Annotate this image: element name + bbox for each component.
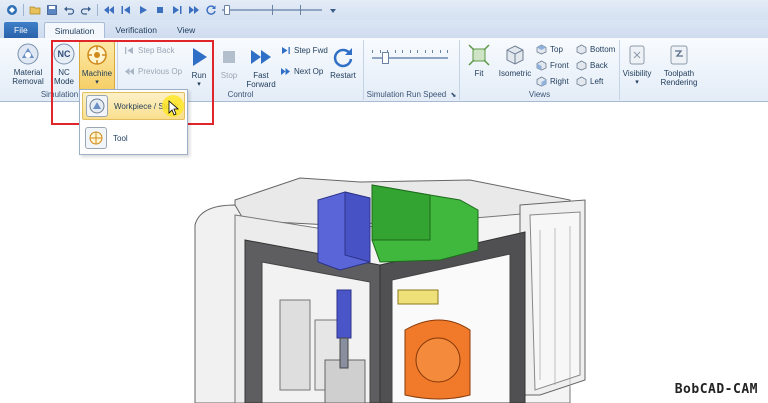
- restart-icon: [331, 45, 355, 69]
- rewind-icon[interactable]: [103, 4, 115, 16]
- back-view-label: Back: [590, 61, 608, 70]
- cube-right-icon: [536, 76, 547, 87]
- next-op-icon: [280, 66, 291, 77]
- right-view-button[interactable]: Right: [536, 76, 569, 87]
- slider-tick: [447, 50, 448, 53]
- left-view-label: Left: [590, 77, 604, 86]
- app-logo-icon[interactable]: [6, 4, 18, 16]
- run-speed-group-label: Simulation Run Speed ⬊: [364, 90, 459, 99]
- cube-back-icon: [576, 60, 587, 71]
- chevron-down-icon: ▾: [635, 79, 639, 86]
- toolpath-rendering-label: Toolpath Rendering: [660, 69, 698, 87]
- bottom-view-button[interactable]: Bottom: [576, 44, 615, 55]
- next-op-label: Next Op: [294, 67, 324, 76]
- slider-tick: [372, 50, 373, 53]
- material-removal-button[interactable]: Material Removal: [6, 42, 50, 86]
- stop-icon: [217, 45, 241, 69]
- speed-slider-thumb[interactable]: [224, 5, 230, 15]
- views-group-label: Views: [528, 90, 551, 99]
- slider-tick: [402, 50, 403, 53]
- slider-tick: [380, 50, 381, 53]
- visibility-button[interactable]: Visibility ▾: [620, 43, 654, 87]
- slider-tick: [272, 5, 273, 15]
- cube-bottom-icon: [576, 44, 587, 55]
- tool-icon: [85, 127, 107, 149]
- speed-slider[interactable]: [222, 4, 322, 16]
- customize-icon[interactable]: [327, 4, 339, 16]
- step-fwd-label: Step Fwd: [294, 46, 328, 55]
- run-speed-slider[interactable]: [372, 50, 448, 66]
- save-icon[interactable]: [46, 4, 58, 16]
- material-removal-label: Material Removal: [12, 68, 44, 86]
- back-view-button[interactable]: Back: [576, 60, 608, 71]
- slider-tick: [425, 50, 426, 53]
- isometric-button[interactable]: Isometric: [496, 43, 534, 78]
- stop-button[interactable]: Stop: [216, 45, 242, 80]
- ribbon-tabs: File Simulation Verification View: [0, 20, 768, 38]
- material-removal-icon: [16, 42, 40, 66]
- front-view-label: Front: [550, 61, 569, 70]
- right-view-label: Right: [550, 77, 569, 86]
- fast-forward-icon: [249, 45, 273, 69]
- top-view-button[interactable]: Top: [536, 44, 563, 55]
- bottom-view-label: Bottom: [590, 45, 616, 54]
- left-view-button[interactable]: Left: [576, 76, 603, 87]
- restart-label: Restart: [330, 71, 356, 80]
- menu-item-label: Tool: [113, 133, 128, 143]
- isometric-label: Isometric: [498, 69, 532, 78]
- stop-label: Stop: [220, 71, 238, 80]
- toolpath-rendering-button[interactable]: Toolpath Rendering: [654, 43, 704, 87]
- visibility-icon: [625, 43, 649, 67]
- fast-forward-icon[interactable]: [188, 4, 200, 16]
- restart-icon[interactable]: [205, 4, 217, 16]
- slider-tick: [417, 50, 418, 53]
- slider-tick: [410, 50, 411, 53]
- redo-icon[interactable]: [80, 4, 92, 16]
- play-icon[interactable]: [137, 4, 149, 16]
- next-op-button[interactable]: Next Op: [280, 66, 323, 77]
- stop-icon[interactable]: [154, 4, 166, 16]
- cube-front-icon: [536, 60, 547, 71]
- dialog-launcher-icon[interactable]: ⬊: [450, 92, 456, 99]
- step-fwd-icon: [280, 45, 291, 56]
- fast-forward-label: Fast Forward: [246, 71, 276, 89]
- open-icon[interactable]: [29, 4, 41, 16]
- cube-left-icon: [576, 76, 587, 87]
- step-fwd-button[interactable]: Step Fwd: [280, 45, 328, 56]
- slider-tick: [395, 50, 396, 53]
- slider-tick: [440, 50, 441, 53]
- slider-tick: [387, 50, 388, 53]
- slider-tick: [432, 50, 433, 53]
- tab-verification[interactable]: Verification: [105, 22, 167, 38]
- views-group: Fit Isometric Top Front Right Bottom Bac…: [460, 40, 620, 100]
- step-forward-icon[interactable]: [171, 4, 183, 16]
- tab-file[interactable]: File: [4, 22, 38, 38]
- cube-top-icon: [536, 44, 547, 55]
- run-speed-slider-ticks: [372, 50, 448, 54]
- brand-watermark: BobCAD-CAM: [674, 382, 758, 397]
- restart-button[interactable]: Restart: [328, 45, 358, 80]
- workpiece-icon: [86, 95, 108, 117]
- menu-item-tool[interactable]: Tool: [82, 124, 185, 152]
- undo-icon[interactable]: [63, 4, 75, 16]
- top-view-label: Top: [550, 45, 563, 54]
- tab-simulation[interactable]: Simulation: [43, 22, 106, 38]
- fit-icon: [467, 43, 491, 67]
- mouse-cursor-icon: [168, 100, 180, 116]
- separator: [23, 4, 24, 16]
- run-speed-group-label-text: Simulation Run Speed: [366, 90, 447, 99]
- fit-button[interactable]: Fit: [466, 43, 492, 78]
- isometric-cube-icon: [503, 43, 527, 67]
- front-view-button[interactable]: Front: [536, 60, 569, 71]
- visibility-label: Visibility: [622, 69, 652, 78]
- simulation-run-speed-group: Simulation Run Speed ⬊: [364, 40, 460, 100]
- separator: [97, 4, 98, 16]
- step-back-icon[interactable]: [120, 4, 132, 16]
- toolpath-rendering-icon: [667, 43, 691, 67]
- slider-tick: [300, 5, 301, 15]
- quick-access-toolbar: [0, 0, 768, 20]
- fast-forward-button[interactable]: Fast Forward: [244, 45, 278, 89]
- tab-view[interactable]: View: [167, 22, 205, 38]
- fit-label: Fit: [474, 69, 484, 78]
